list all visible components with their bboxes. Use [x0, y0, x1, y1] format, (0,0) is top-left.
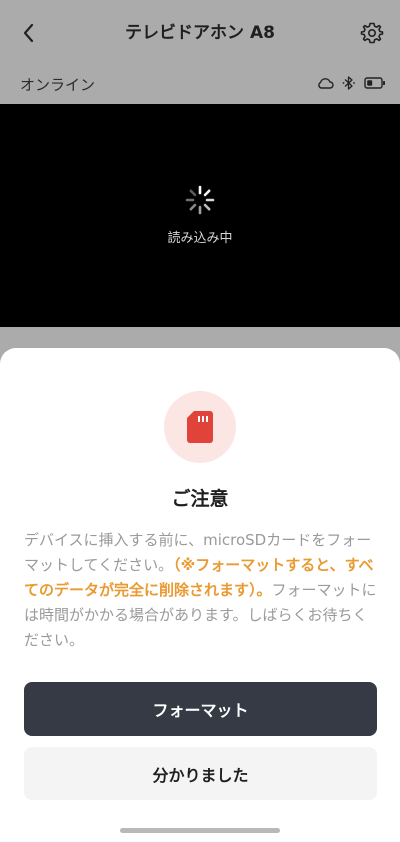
- page-title: テレビドアホン A8: [125, 23, 275, 43]
- status-bar: オンライン: [0, 66, 400, 104]
- settings-button[interactable]: [356, 17, 388, 49]
- format-button[interactable]: フォーマット: [24, 682, 377, 736]
- sd-card-icon: [187, 411, 213, 443]
- bluetooth-icon: [342, 75, 356, 91]
- app-header: テレビドアホン A8: [0, 0, 400, 66]
- understood-button-label: 分かりました: [152, 765, 249, 785]
- loading-text: 読み込み中: [167, 231, 233, 246]
- understood-button[interactable]: 分かりました: [24, 747, 377, 800]
- format-dialog: ご注意 デバイスに挿入する前に、microSDカードをフォーマットしてください。…: [0, 348, 400, 842]
- status-icons: [316, 75, 386, 91]
- dialog-title: ご注意: [171, 488, 229, 510]
- loading-spinner-icon: [185, 185, 215, 215]
- connection-status: オンライン: [20, 76, 96, 94]
- cloud-icon: [316, 76, 334, 90]
- format-button-label: フォーマット: [152, 701, 249, 720]
- chevron-left-icon: [23, 23, 34, 43]
- back-button[interactable]: [12, 18, 44, 48]
- sd-card-badge: [164, 391, 236, 463]
- gear-icon: [360, 22, 384, 44]
- battery-icon: [364, 77, 386, 89]
- home-indicator[interactable]: [120, 828, 280, 833]
- dialog-message: デバイスに挿入する前に、microSDカードをフォーマットしてください。（※フォ…: [24, 528, 380, 653]
